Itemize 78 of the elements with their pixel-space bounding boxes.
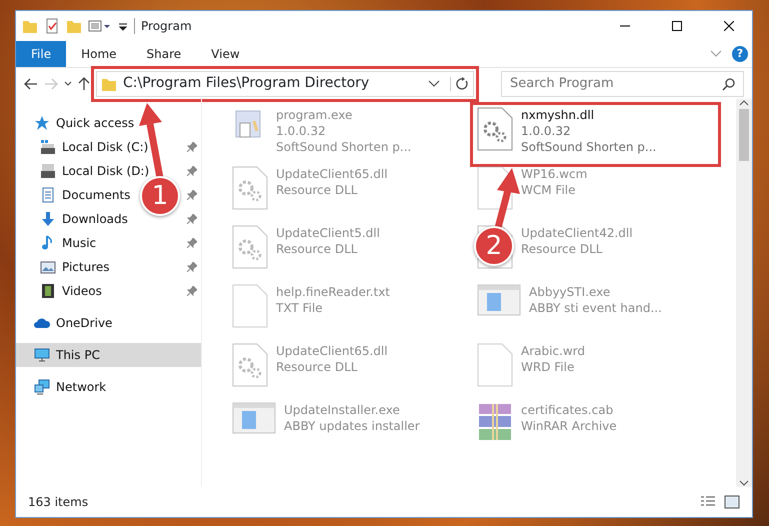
ribbon-tab[interactable]: Share (132, 41, 196, 67)
up-arrow-icon[interactable] (78, 76, 90, 90)
file-detail: Resource DLL (276, 359, 358, 375)
file-detail: 1.0.0.32 (276, 123, 327, 139)
sidebar-item[interactable]: OneDrive (56, 314, 112, 332)
file-detail: 1.0.0.32 (521, 123, 572, 139)
pin-icon[interactable] (187, 238, 197, 248)
settings-file-icon (232, 166, 268, 210)
sidebar-item[interactable]: Videos (62, 282, 102, 300)
document-icon (40, 187, 56, 203)
file-detail: Resource DLL (276, 241, 358, 257)
settings-file-icon (232, 343, 268, 387)
sidebar-item[interactable]: Pictures (62, 258, 110, 276)
scroll-thumb[interactable] (739, 109, 749, 161)
window-title: Program (141, 18, 192, 35)
pin-icon[interactable] (187, 286, 197, 296)
refresh-icon[interactable] (450, 76, 469, 90)
drive-icon (40, 139, 56, 155)
file-detail: Resource DLL (276, 182, 358, 198)
drive-icon (40, 163, 56, 179)
sidebar-item[interactable]: Documents (62, 186, 130, 204)
scrollbar[interactable] (736, 99, 752, 487)
address-path: C:\Program Files\Program Directory (123, 74, 370, 93)
pin-icon[interactable] (187, 262, 197, 272)
close-icon (724, 21, 734, 31)
file-detail: SoftSound Shorten p... (521, 139, 656, 155)
down-arrow-icon (40, 211, 56, 227)
back-arrow-icon[interactable] (24, 78, 38, 90)
star-icon (34, 115, 50, 131)
maximize-icon (672, 21, 682, 31)
ribbon-tab[interactable]: Home (66, 41, 132, 67)
file-detail: ABBY sti event hand... (529, 300, 662, 316)
sidebar-item[interactable]: Local Disk (C:) (62, 138, 148, 156)
dropdown-icon[interactable] (428, 80, 440, 88)
sidebar-item[interactable]: Downloads (62, 210, 128, 228)
pin-icon[interactable] (187, 214, 197, 224)
pin-icon[interactable] (187, 142, 197, 152)
blank-file-icon (477, 343, 513, 387)
file-detail: ABBY updates installer (284, 418, 420, 434)
picture-icon (40, 259, 56, 275)
settings-file-icon (477, 107, 513, 151)
sidebar-item[interactable]: Network (56, 378, 106, 396)
view-dropdown-icon[interactable] (88, 18, 112, 34)
recent-dropdown-icon[interactable] (64, 80, 72, 86)
file-detail: WRD File (521, 359, 576, 375)
properties-icon[interactable] (44, 18, 60, 34)
sidebar-item[interactable]: Music (62, 234, 96, 252)
file-detail: Resource DLL (521, 241, 604, 257)
file-detail: WinRAR Archive (521, 418, 617, 434)
callout-arrow (494, 168, 520, 229)
search-field[interactable]: Search Program (501, 70, 744, 96)
ribbon-tab[interactable]: View (196, 41, 255, 67)
item-count: 163 items (28, 494, 88, 511)
scroll-up-icon[interactable] (739, 99, 749, 107)
file-name[interactable]: nxmyshn.dll (521, 107, 656, 123)
blank-file-icon (232, 284, 268, 328)
ribbon-tab[interactable]: File (16, 41, 66, 67)
search-icon (722, 78, 735, 90)
network-icon (34, 379, 50, 395)
help-button[interactable]: ? (732, 46, 748, 62)
chevron-down-icon[interactable] (710, 50, 722, 58)
monitor-icon (34, 347, 50, 363)
file-tile[interactable]: nxmyshn.dll 1.0.0.32 SoftSound Shorten p... (473, 105, 718, 164)
film-icon (40, 283, 56, 299)
stacked-books-icon (477, 402, 513, 442)
folder-icon (22, 18, 38, 34)
file-detail: SoftSound Shorten p... (276, 139, 412, 155)
scroll-down-icon[interactable] (739, 479, 749, 487)
settings-file-icon (232, 225, 268, 269)
application-window-icon (232, 402, 276, 434)
file-detail: TXT File (276, 300, 324, 316)
pin-icon[interactable] (187, 190, 197, 200)
large-icons-view-icon[interactable] (724, 495, 740, 509)
pin-icon[interactable] (187, 166, 197, 176)
application-window-icon (477, 284, 521, 316)
file-detail: WCM File (521, 182, 576, 198)
sidebar-item[interactable]: Quick access (56, 114, 134, 132)
sidebar-item[interactable]: This PC (16, 343, 201, 367)
